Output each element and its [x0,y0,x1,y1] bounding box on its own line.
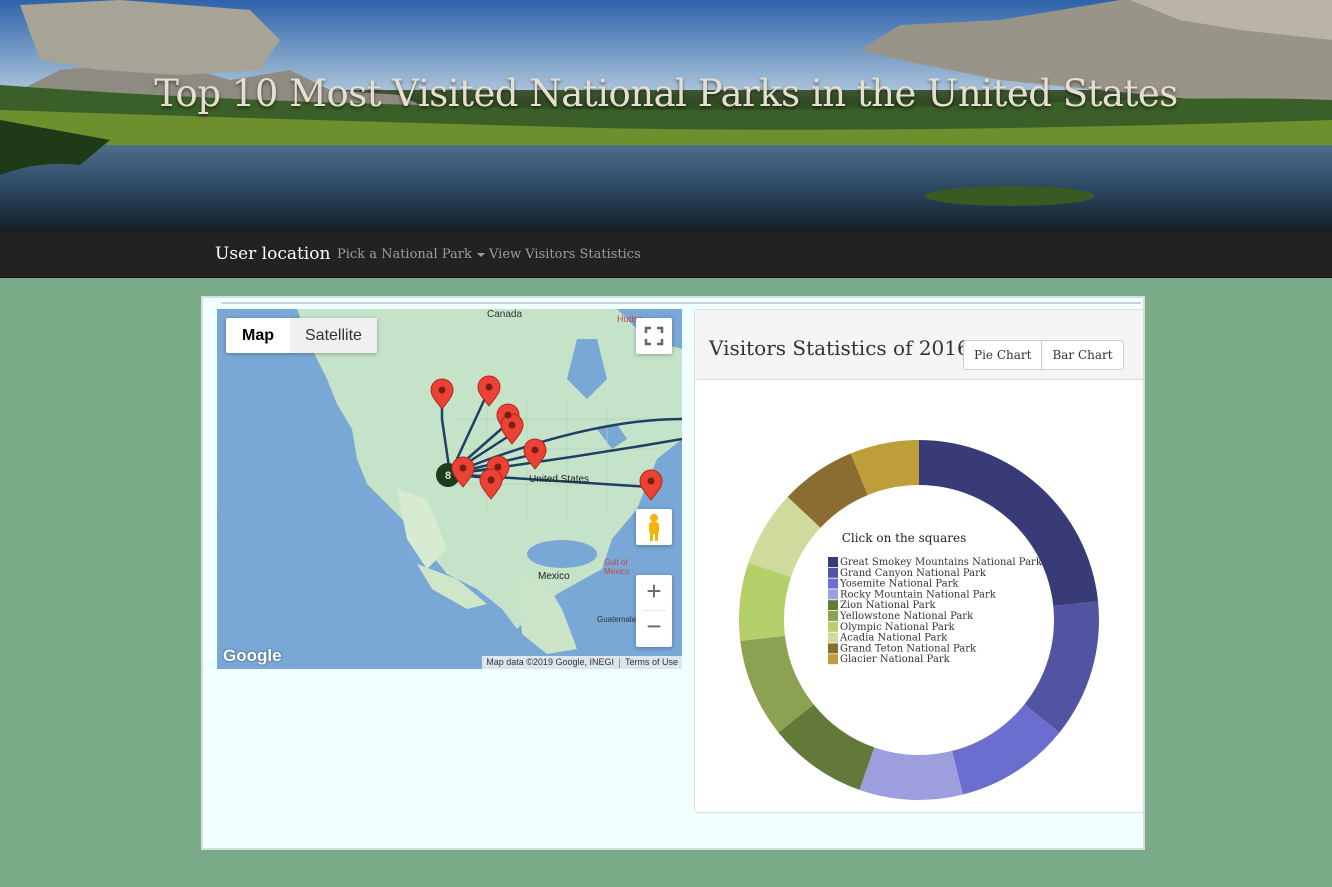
zoom-out-button[interactable]: − [636,611,672,642]
legend-label: Great Smokey Mountains National Park [840,557,1043,568]
map-data-text[interactable]: Map data ©2019 Google, INEGI [486,657,614,667]
donut-chart: Great Smokey Mountains National ParkGran… [739,440,1099,800]
navbar: User location Pick a National Park View … [0,232,1332,278]
attribution-separator [618,657,620,668]
hero-banner: Top 10 Most Visited National Parks in th… [0,0,1332,232]
street-view-pegman[interactable] [636,509,672,545]
map-label-canada: Canada [487,309,523,320]
legend-label: Olympic National Park [840,622,956,633]
stats-panel-header: Visitors Statistics of 2016 Pie Chart Ba… [695,310,1143,380]
legend-square[interactable] [828,621,838,632]
legend-label: Acadia National Park [839,633,948,644]
legend-square[interactable] [828,557,838,567]
map-label-guatemala: Guatemala [597,615,637,624]
donut-slice[interactable] [859,747,963,800]
legend-label: Rocky Mountain National Park [840,589,997,600]
map-label-mexico: Mexico [538,571,570,582]
nav-user-location-link[interactable]: User location [215,244,330,264]
nav-pick-park-dropdown[interactable]: Pick a National Park [337,247,485,262]
chart-subtitle: Click on the squares [842,531,967,545]
legend-square[interactable] [828,600,838,611]
pie-chart-button[interactable]: Pie Chart [963,340,1043,370]
map-label-gulf: Gulf of Mexico [604,558,630,576]
map-attribution: Map data ©2019 Google, INEGI Terms of Use [482,656,682,669]
legend-square[interactable] [828,578,838,589]
zoom-in-button[interactable]: + [636,576,672,607]
page-title: Top 10 Most Visited National Parks in th… [154,72,1178,115]
nav-view-stats-link[interactable]: View Visitors Statistics [489,247,641,262]
map-type-satellite-button[interactable]: Satellite [290,318,377,353]
legend-label: Grand Canyon National Park [840,568,987,579]
legend-square[interactable] [828,611,838,621]
donut-slice[interactable] [739,562,792,641]
main-container: 8 Canada Hudso United States Mexico Gulf… [201,296,1145,850]
legend-label: Glacier National Park [840,654,951,665]
fullscreen-button[interactable] [636,318,672,354]
landscape-image [0,0,1332,232]
chart-type-toggle: Pie Chart Bar Chart [963,340,1124,370]
legend-label: Grand Teton National Park [840,643,977,654]
legend-label: Zion National Park [840,600,937,611]
legend-square[interactable] [828,643,838,654]
pegman-icon [649,514,659,541]
map-label-united-states: United States [529,474,590,485]
legend-square[interactable] [828,654,838,665]
legend-label: Yosemite National Park [839,579,959,590]
legend-square[interactable] [828,589,838,600]
stats-panel: Visitors Statistics of 2016 Pie Chart Ba… [694,309,1144,813]
legend-square[interactable] [828,567,838,578]
legend-label: Yellowstone National Park [839,611,974,622]
divider [221,302,1141,304]
caret-down-icon [476,252,485,257]
bar-chart-button[interactable]: Bar Chart [1042,340,1124,370]
svg-text:8: 8 [445,470,451,482]
map-type-control: Map Satellite [226,318,377,353]
zoom-control: + − [636,575,672,647]
terms-of-use-link[interactable]: Terms of Use [625,657,678,667]
fullscreen-icon [644,326,664,346]
google-logo[interactable]: Google [223,646,282,666]
stats-title: Visitors Statistics of 2016 [709,336,970,360]
nav-pick-park-label: Pick a National Park [337,247,472,262]
legend-square[interactable] [828,632,838,643]
map-type-map-button[interactable]: Map [226,318,290,353]
google-map[interactable]: 8 Canada Hudso United States Mexico Gulf… [217,309,682,669]
donut-slice[interactable] [1024,601,1099,733]
